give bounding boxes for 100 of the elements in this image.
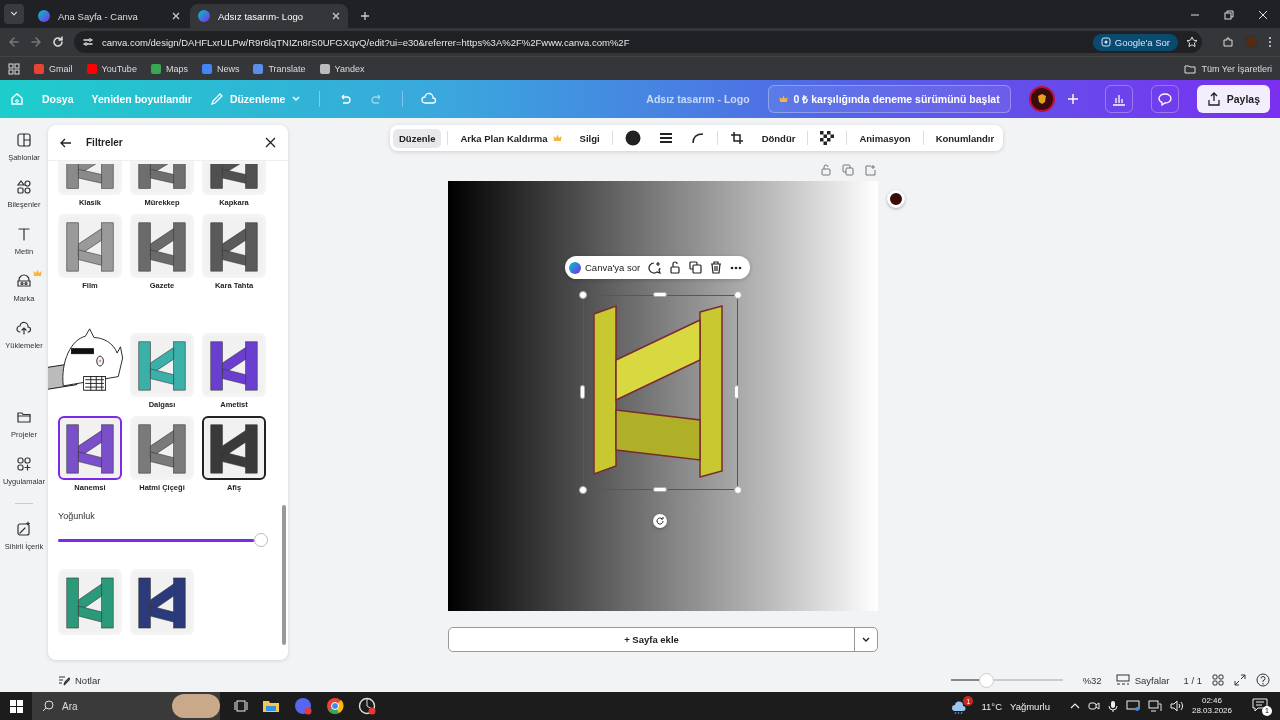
extensions-icon[interactable] (1222, 36, 1234, 48)
new-tab-icon[interactable] (360, 11, 370, 21)
pages-icon (1115, 674, 1130, 686)
filter-thumbnail[interactable] (58, 569, 122, 635)
bookmark-link[interactable]: Gmail (34, 63, 73, 74)
google-ask-button[interactable]: Google'a Sor (1092, 33, 1178, 51)
zoom-level[interactable]: %32 (1082, 674, 1102, 686)
browser-tab[interactable]: Adsız tasarım- Logo (190, 4, 348, 28)
bookmark-link[interactable]: Translate (253, 63, 306, 74)
close-icon[interactable] (172, 12, 180, 20)
back-button[interactable] (60, 136, 72, 149)
bookmark-link[interactable]: Maps (150, 63, 188, 74)
add-page-icon[interactable] (864, 164, 876, 176)
slider-thumb[interactable] (979, 672, 995, 688)
filter-thumbnail[interactable] (58, 161, 122, 195)
bookmark-icon (201, 63, 212, 74)
message-icon (1252, 696, 1268, 713)
tab-list-button[interactable] (4, 4, 24, 24)
close-icon[interactable] (332, 12, 340, 20)
plus-icon (1066, 93, 1079, 105)
unlock-icon[interactable] (669, 261, 682, 274)
chevron-up-icon[interactable] (1069, 702, 1080, 710)
fullscreen-icon[interactable] (1234, 674, 1246, 686)
filter-thumbnail[interactable] (130, 333, 194, 397)
resize-handle[interactable] (734, 291, 742, 299)
close-button[interactable] (265, 137, 276, 148)
more-icon[interactable] (1268, 36, 1272, 48)
address-bar[interactable]: canva.com/design/DAHFLxrULPw/R9r6lqTNIZn8rS0UFGXqvQ/edit?ui=e30&referrer=https%3A%2F%2Fwww.canva.com%2F Google'a Sor (74, 31, 1202, 53)
clock-date[interactable]: 28.03.2026 (1191, 706, 1232, 716)
taskbar-search-bar[interactable]: Ara (32, 692, 220, 720)
reload-icon[interactable] (52, 36, 64, 48)
panel-title: Filtreler (86, 137, 124, 148)
file-explorer-icon[interactable] (262, 699, 280, 713)
filter-thumbnail[interactable] (202, 161, 266, 195)
selection-frame[interactable] (579, 291, 742, 494)
filter-thumbnail[interactable] (58, 214, 122, 278)
resize-handle[interactable] (734, 385, 739, 399)
microphone-icon[interactable] (1107, 700, 1118, 712)
site-settings-icon[interactable] (82, 36, 94, 48)
restore-icon[interactable] (1224, 10, 1234, 20)
bar-chart-icon (1111, 92, 1126, 106)
toolbar-button[interactable]: Arka Plan Kaldırma (454, 128, 568, 148)
trial-button[interactable]: 0 ₺ karşılığında deneme sürümünü başlat (767, 85, 1011, 113)
folder-icon (1184, 63, 1197, 74)
bookmark-link[interactable]: YouTube (86, 63, 137, 74)
search-input[interactable]: Ara (60, 699, 166, 713)
slider-thumb[interactable] (253, 533, 268, 547)
filter-thumbnail[interactable] (130, 416, 194, 480)
pages-button[interactable]: Sayfalar (1111, 674, 1174, 686)
bookmark-link[interactable]: News (201, 63, 240, 74)
resize-handle[interactable] (653, 292, 667, 297)
notes-button[interactable]: Notlar (58, 674, 101, 686)
toolbar-button[interactable]: Konumlandır (929, 128, 1001, 148)
toolbar-button[interactable]: Döndür (755, 128, 802, 148)
back-icon[interactable] (8, 36, 20, 48)
all-bookmarks-link[interactable]: Tüm Yer İşaretleri (1184, 63, 1272, 74)
star-icon[interactable] (1186, 36, 1198, 48)
user-avatar[interactable] (1028, 86, 1055, 112)
network-icon[interactable] (1147, 700, 1162, 712)
filter-thumbnail[interactable] (130, 161, 194, 195)
windows-start-icon[interactable] (9, 699, 23, 713)
app-icon[interactable] (294, 697, 312, 715)
recorder-icon[interactable] (358, 697, 376, 715)
cloud-rain-icon (951, 701, 968, 715)
filter-thumbnail[interactable] (130, 214, 194, 278)
toolbar-button[interactable]: Düzenle (393, 128, 442, 148)
resize-handle[interactable] (734, 486, 742, 494)
duplicate-icon[interactable] (689, 261, 703, 274)
filter-thumbnail[interactable] (202, 333, 266, 397)
resize-handle[interactable] (579, 486, 587, 494)
analytics-button[interactable] (1104, 85, 1133, 113)
volume-icon[interactable] (1169, 700, 1184, 712)
resize-handle[interactable] (579, 291, 587, 299)
share-button[interactable]: Paylaş (1196, 85, 1270, 113)
resize-handle[interactable] (580, 385, 585, 399)
forward-icon[interactable] (30, 36, 42, 48)
display-icon[interactable] (1125, 700, 1140, 712)
apps-grid-icon[interactable] (8, 62, 20, 75)
more-icon[interactable] (730, 265, 743, 270)
scrollbar[interactable] (282, 505, 286, 645)
camera-icon[interactable] (1087, 700, 1100, 712)
trash-icon[interactable] (710, 261, 723, 274)
toolbar-button[interactable]: Silgi (573, 128, 606, 148)
browser-tab[interactable]: Ana Sayfa - Canva (30, 4, 188, 28)
grid-view-icon[interactable] (1212, 674, 1224, 686)
filter-thumbnail[interactable] (58, 416, 122, 480)
comment-add-icon[interactable] (648, 261, 662, 274)
filter-thumbnail[interactable] (130, 569, 194, 635)
chrome-icon[interactable] (326, 697, 344, 715)
clock-time[interactable]: 02:46 (1201, 696, 1222, 706)
close-icon[interactable] (1258, 10, 1268, 20)
toolbar-button[interactable]: Animasyon (853, 128, 917, 148)
task-view-icon[interactable] (234, 700, 248, 712)
bookmark-link[interactable]: Yandex (319, 63, 365, 74)
help-icon[interactable] (1256, 673, 1270, 687)
filter-thumbnail[interactable] (202, 214, 266, 278)
cloud-icon[interactable] (421, 92, 438, 106)
comment-button[interactable] (1150, 85, 1179, 113)
filter-thumbnail[interactable] (202, 416, 266, 480)
resize-handle[interactable] (653, 487, 667, 492)
